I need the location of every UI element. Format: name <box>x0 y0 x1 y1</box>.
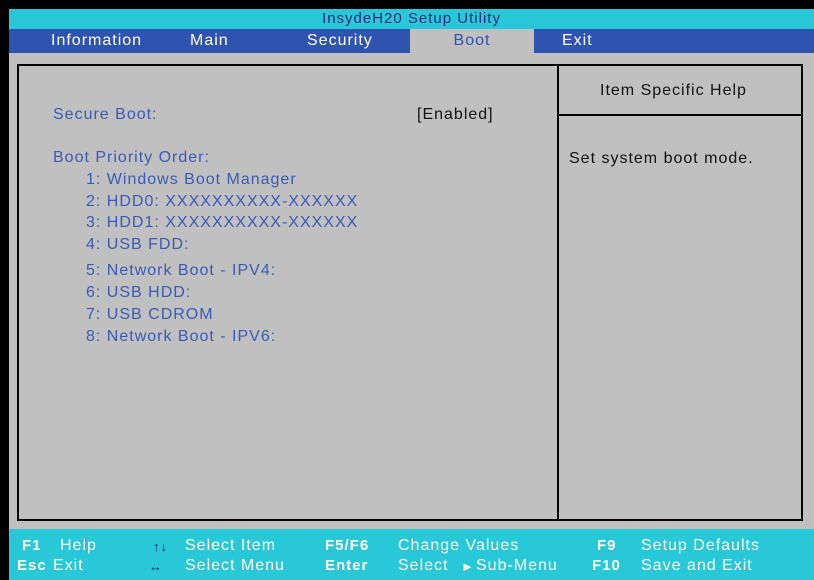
boot-item-3[interactable]: 3: HDD1: XXXXXXXXXX-XXXXXX <box>86 214 358 232</box>
panel-divider <box>557 64 559 521</box>
key-f1-desc: Help <box>60 537 97 554</box>
key-enter-desc: Select <box>398 557 449 574</box>
boot-item-7[interactable]: 7: USB CDROM <box>86 306 214 324</box>
key-esc-desc: Exit <box>53 557 84 574</box>
up-down-arrows-icon: ↑↓ <box>153 539 168 554</box>
key-f9-desc: Setup Defaults <box>641 537 760 554</box>
key-leftright-desc: Select Menu <box>185 557 285 574</box>
key-f5f6-desc: Change Values <box>398 537 520 554</box>
boot-item-1[interactable]: 1: Windows Boot Manager <box>86 171 297 189</box>
boot-item-6[interactable]: 6: USB HDD: <box>86 284 191 302</box>
key-esc: Esc <box>17 557 47 574</box>
left-right-arrows-icon: ↔ <box>149 559 163 574</box>
key-enter: Enter <box>325 557 369 574</box>
help-text: Set system boot mode. <box>569 150 754 167</box>
key-f5f6: F5/F6 <box>325 537 370 554</box>
key-f1: F1 <box>22 537 42 554</box>
key-f10-desc: Save and Exit <box>641 557 753 574</box>
menu-main[interactable]: Main <box>190 29 229 53</box>
secure-boot-value[interactable]: [Enabled] <box>417 106 494 124</box>
menu-information[interactable]: Information <box>51 29 142 53</box>
key-legend-bar: F1 Help Esc Exit ↑↓ Select Item ↔ Select… <box>9 529 814 580</box>
help-divider <box>557 114 803 116</box>
boot-item-4[interactable]: 4: USB FDD: <box>86 236 189 254</box>
boot-item-5[interactable]: 5: Network Boot - IPV4: <box>86 262 276 280</box>
key-updown-desc: Select Item <box>185 537 277 554</box>
boot-item-2[interactable]: 2: HDD0: XXXXXXXXXX-XXXXXX <box>86 193 358 211</box>
key-enter-desc-2: Sub-Menu <box>476 557 558 574</box>
menu-boot[interactable]: Boot <box>410 29 534 53</box>
boot-item-8[interactable]: 8: Network Boot - IPV6: <box>86 328 276 346</box>
menu-bar: Information Main Security Boot Exit <box>9 29 814 53</box>
key-f9: F9 <box>597 537 617 554</box>
submenu-arrow-icon: ► <box>461 559 475 574</box>
help-title: Item Specific Help <box>600 82 747 99</box>
key-f10: F10 <box>592 557 621 574</box>
boot-priority-label: Boot Priority Order: <box>53 149 210 166</box>
secure-boot-label[interactable]: Secure Boot: <box>53 106 158 124</box>
menu-security[interactable]: Security <box>307 29 373 53</box>
menu-exit[interactable]: Exit <box>562 29 593 53</box>
window-title: InsydeH20 Setup Utility <box>9 9 814 29</box>
